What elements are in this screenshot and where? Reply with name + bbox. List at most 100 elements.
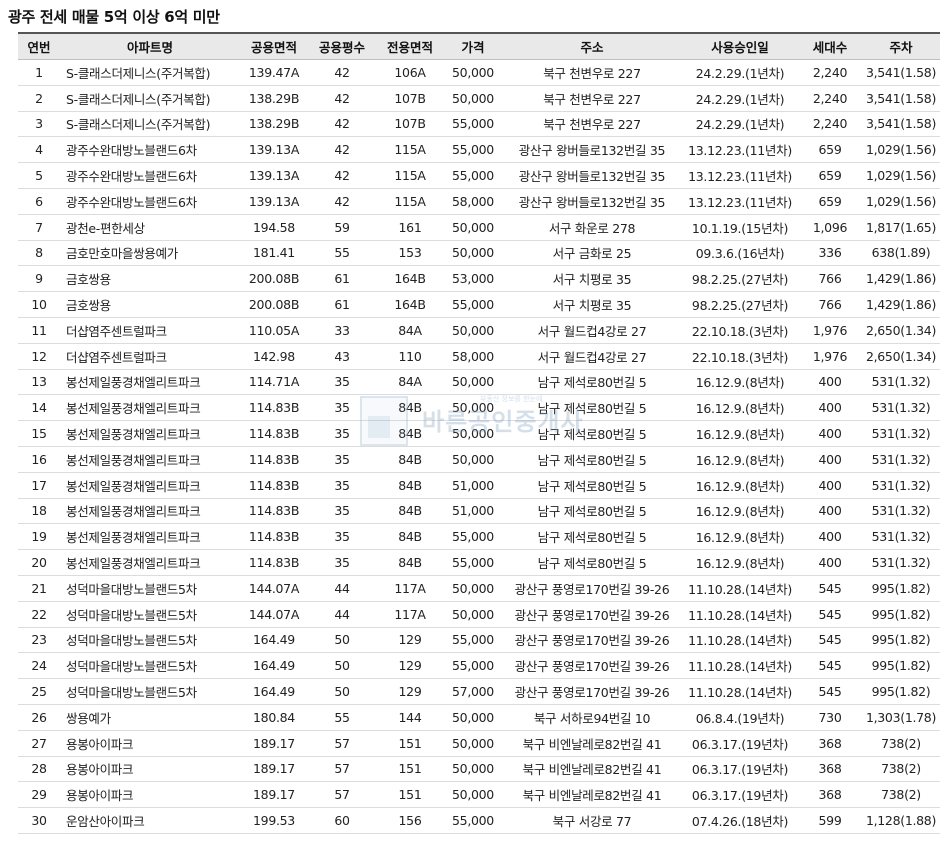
header-pyeong[interactable]: 공용평수 xyxy=(308,32,376,60)
cell-approval-date: 11.10.28.(14년차) xyxy=(682,627,798,654)
cell-area: 200.08B xyxy=(240,265,308,293)
cell-pyeong: 60 xyxy=(308,807,376,834)
table-row[interactable]: 4 광주수완대방노블랜드6차 139.13A 42 115A 55,000 광산구 왕버들로… xyxy=(18,136,940,164)
cell-apartment-name: 성덕마을대방노블랜드5차 xyxy=(60,601,240,628)
cell-apartment-name: 더샵염주센트럴파크 xyxy=(60,317,240,344)
table-row[interactable]: 12 더샵염주센트럴파크 142.98 43 110 58,000 서구 월드컵4강로 27… xyxy=(18,343,940,370)
table-row[interactable]: 11 더샵염주센트럴파크 110.05A 33 84A 50,000 서구 월드컵4강로 2… xyxy=(18,317,940,344)
table-row[interactable]: 23 성덕마을대방노블랜드5차 164.49 50 129 55,000 광산구 풍영로17… xyxy=(18,627,940,654)
table-row[interactable]: 13 봉선제일풍경채엘리트파크 114.71A 35 84A 50,000 남구 제석로80… xyxy=(18,369,940,396)
cell-exclusive-area: 84B xyxy=(376,498,444,525)
cell-apartment-name: S-클래스더제니스(주거복합) xyxy=(60,111,240,138)
cell-address: 남구 제석로80번길 5 xyxy=(502,446,682,473)
table-row[interactable]: 2 S-클래스더제니스(주거복합) 138.29B 42 107B 50,000 북구 천변… xyxy=(18,85,940,112)
cell-exclusive-area: 84B xyxy=(376,446,444,473)
header-no[interactable]: 연번 xyxy=(18,32,60,60)
cell-price: 50,000 xyxy=(444,317,502,344)
cell-price: 55,000 xyxy=(444,652,502,680)
table-row[interactable]: 25 성덕마을대방노블랜드5차 164.49 50 129 57,000 광산구 풍영로17… xyxy=(18,678,940,705)
cell-approval-date: 22.10.18.(3년차) xyxy=(682,317,798,344)
header-area[interactable]: 공용면적 xyxy=(240,32,308,60)
cell-no: 1 xyxy=(18,59,60,86)
table-row[interactable]: 16 봉선제일풍경채엘리트파크 114.83B 35 84B 50,000 남구 제석로80… xyxy=(18,446,940,473)
table-row[interactable]: 24 성덕마을대방노블랜드5차 164.49 50 129 55,000 광산구 풍영로17… xyxy=(18,652,940,680)
cell-no: 13 xyxy=(18,369,60,396)
cell-address: 남구 제석로80번길 5 xyxy=(502,498,682,525)
cell-exclusive-area: 106A xyxy=(376,59,444,86)
cell-approval-date: 11.10.28.(14년차) xyxy=(682,678,798,705)
header-households[interactable]: 세대수 xyxy=(798,32,862,60)
cell-address: 북구 천변우로 227 xyxy=(502,85,682,112)
table-row[interactable]: 8 금호만호마을쌍용예가 181.41 55 153 50,000 서구 금화로 25 09.… xyxy=(18,240,940,267)
table-row[interactable]: 10 금호쌍용 200.08B 61 164B 55,000 서구 치평로 35 98.2.2… xyxy=(18,291,940,318)
header-exclusive[interactable]: 전용면적 xyxy=(376,32,444,60)
cell-households: 400 xyxy=(798,446,862,473)
cell-price: 55,000 xyxy=(444,111,502,138)
table-row[interactable]: 15 봉선제일풍경채엘리트파크 114.83B 35 84B 50,000 남구 제석로80… xyxy=(18,420,940,447)
cell-pyeong: 35 xyxy=(308,523,376,551)
cell-approval-date: 22.10.18.(3년차) xyxy=(682,343,798,370)
cell-exclusive-area: 129 xyxy=(376,627,444,654)
table-row[interactable]: 9 금호쌍용 200.08B 61 164B 53,000 서구 치평로 35 98.2.25… xyxy=(18,265,940,293)
table-row[interactable]: 18 봉선제일풍경채엘리트파크 114.83B 35 84B 51,000 남구 제석로80… xyxy=(18,498,940,525)
table-row[interactable]: 22 성덕마을대방노블랜드5차 144.07A 44 117A 50,000 광산구 풍영로… xyxy=(18,601,940,628)
table-row[interactable]: 28 용봉아이파크 189.17 57 151 50,000 북구 비엔날레로82번길 41… xyxy=(18,756,940,783)
cell-price: 50,000 xyxy=(444,420,502,447)
cell-households: 1,096 xyxy=(798,214,862,241)
table-row[interactable]: 14 봉선제일풍경채엘리트파크 114.83B 35 84B 50,000 남구 제석로80… xyxy=(18,394,940,422)
cell-price: 50,000 xyxy=(444,575,502,602)
cell-parking: 1,817(1.65) xyxy=(862,214,940,241)
table-row[interactable]: 1 S-클래스더제니스(주거복합) 139.47A 42 106A 50,000 북구 천변… xyxy=(18,59,940,86)
cell-apartment-name: 금호쌍용 xyxy=(60,291,240,318)
header-approved[interactable]: 사용승인일 xyxy=(682,32,798,60)
cell-approval-date: 16.12.9.(8년차) xyxy=(682,394,798,422)
table-row[interactable]: 3 S-클래스더제니스(주거복합) 138.29B 42 107B 55,000 북구 천변… xyxy=(18,111,940,138)
header-price[interactable]: 가격 xyxy=(444,32,502,60)
cell-apartment-name: 봉선제일풍경채엘리트파크 xyxy=(60,472,240,499)
cell-area: 114.83B xyxy=(240,394,308,422)
cell-no: 26 xyxy=(18,704,60,731)
cell-apartment-name: 더샵염주센트럴파크 xyxy=(60,343,240,370)
cell-exclusive-area: 161 xyxy=(376,214,444,241)
cell-parking: 2,650(1.34) xyxy=(862,317,940,344)
cell-pyeong: 42 xyxy=(308,162,376,189)
cell-price: 51,000 xyxy=(444,498,502,525)
table-row[interactable]: 20 봉선제일풍경채엘리트파크 114.83B 35 84B 55,000 남구 제석로80… xyxy=(18,549,940,576)
cell-area: 189.17 xyxy=(240,781,308,809)
table-row[interactable]: 29 용봉아이파크 189.17 57 151 50,000 북구 비엔날레로82번길 41… xyxy=(18,781,940,809)
cell-price: 58,000 xyxy=(444,343,502,370)
cell-pyeong: 55 xyxy=(308,704,376,731)
table-row[interactable]: 30 운암산아이파크 199.53 60 156 55,000 북구 서강로 77 07.4.… xyxy=(18,807,940,834)
cell-apartment-name: 봉선제일풍경채엘리트파크 xyxy=(60,549,240,576)
table-row[interactable]: 17 봉선제일풍경채엘리트파크 114.83B 35 84B 51,000 남구 제석로80… xyxy=(18,472,940,499)
table-row[interactable]: 6 광주수완대방노블랜드6차 139.13A 42 115A 58,000 광산구 왕버들로… xyxy=(18,188,940,215)
cell-no: 3 xyxy=(18,111,60,138)
header-name[interactable]: 아파트명 xyxy=(60,32,240,60)
cell-apartment-name: 봉선제일풍경채엘리트파크 xyxy=(60,420,240,447)
cell-area: 139.13A xyxy=(240,188,308,215)
cell-address: 북구 비엔날레로82번길 41 xyxy=(502,756,682,783)
cell-parking: 3,541(1.58) xyxy=(862,85,940,112)
table-row[interactable]: 19 봉선제일풍경채엘리트파크 114.83B 35 84B 55,000 남구 제석로80… xyxy=(18,523,940,551)
cell-households: 545 xyxy=(798,601,862,628)
cell-approval-date: 16.12.9.(8년차) xyxy=(682,369,798,396)
table-row[interactable]: 5 광주수완대방노블랜드6차 139.13A 42 115A 55,000 광산구 왕버들로… xyxy=(18,162,940,189)
cell-exclusive-area: 84B xyxy=(376,472,444,499)
cell-apartment-name: 봉선제일풍경채엘리트파크 xyxy=(60,394,240,422)
cell-apartment-name: 광주수완대방노블랜드6차 xyxy=(60,188,240,215)
table-row[interactable]: 7 광천e-편한세상 194.58 59 161 50,000 서구 화운로 278 10.1… xyxy=(18,214,940,241)
table-row[interactable]: 27 용봉아이파크 189.17 57 151 50,000 북구 비엔날레로82번길 41… xyxy=(18,730,940,757)
cell-pyeong: 57 xyxy=(308,756,376,783)
cell-no: 12 xyxy=(18,343,60,370)
cell-pyeong: 42 xyxy=(308,136,376,164)
header-address[interactable]: 주소 xyxy=(502,32,682,60)
cell-area: 164.49 xyxy=(240,678,308,705)
cell-area: 144.07A xyxy=(240,601,308,628)
table-row[interactable]: 26 쌍용예가 180.84 55 144 50,000 북구 서하로94번길 10 06.8… xyxy=(18,704,940,731)
cell-approval-date: 24.2.29.(1년차) xyxy=(682,111,798,138)
cell-price: 55,000 xyxy=(444,549,502,576)
cell-address: 광산구 풍영로170번길 39-26 xyxy=(502,652,682,680)
cell-no: 21 xyxy=(18,575,60,602)
table-row[interactable]: 21 성덕마을대방노블랜드5차 144.07A 44 117A 50,000 광산구 풍영로… xyxy=(18,575,940,602)
header-parking[interactable]: 주차 xyxy=(862,32,940,60)
